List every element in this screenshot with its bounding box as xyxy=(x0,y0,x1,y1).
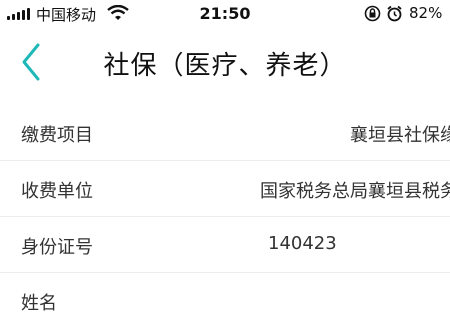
row-value: 140423 xyxy=(268,233,337,254)
row-label: 缴费项目 xyxy=(21,125,93,146)
rotation-lock-icon xyxy=(364,5,381,22)
detail-row-collecting-unit: 收费单位 国家税务总局襄垣县税务 xyxy=(0,161,450,217)
status-bar: 中国移动 21:50 82% xyxy=(0,0,450,28)
alarm-icon xyxy=(387,5,402,22)
detail-row-name: 姓名 xyxy=(0,273,450,328)
detail-row-payment-item: 缴费项目 襄垣县社保缘 xyxy=(0,105,450,161)
page-title: 社保（医疗、养老） xyxy=(103,51,347,81)
clock-time: 21:50 xyxy=(199,4,251,23)
battery-level: 82% xyxy=(409,4,443,22)
row-label: 收费单位 xyxy=(21,181,93,202)
nav-bar: 社保（医疗、养老） xyxy=(0,28,450,96)
detail-row-id-number: 身份证号 140423 xyxy=(0,217,450,273)
row-label: 身份证号 xyxy=(21,237,93,258)
detail-list: 缴费项目 襄垣县社保缘 收费单位 国家税务总局襄垣县税务 身份证号 140423… xyxy=(0,105,450,328)
row-value: 国家税务总局襄垣县税务 xyxy=(260,181,450,202)
row-value: 襄垣县社保缘 xyxy=(350,125,450,146)
row-label: 姓名 xyxy=(21,293,57,314)
